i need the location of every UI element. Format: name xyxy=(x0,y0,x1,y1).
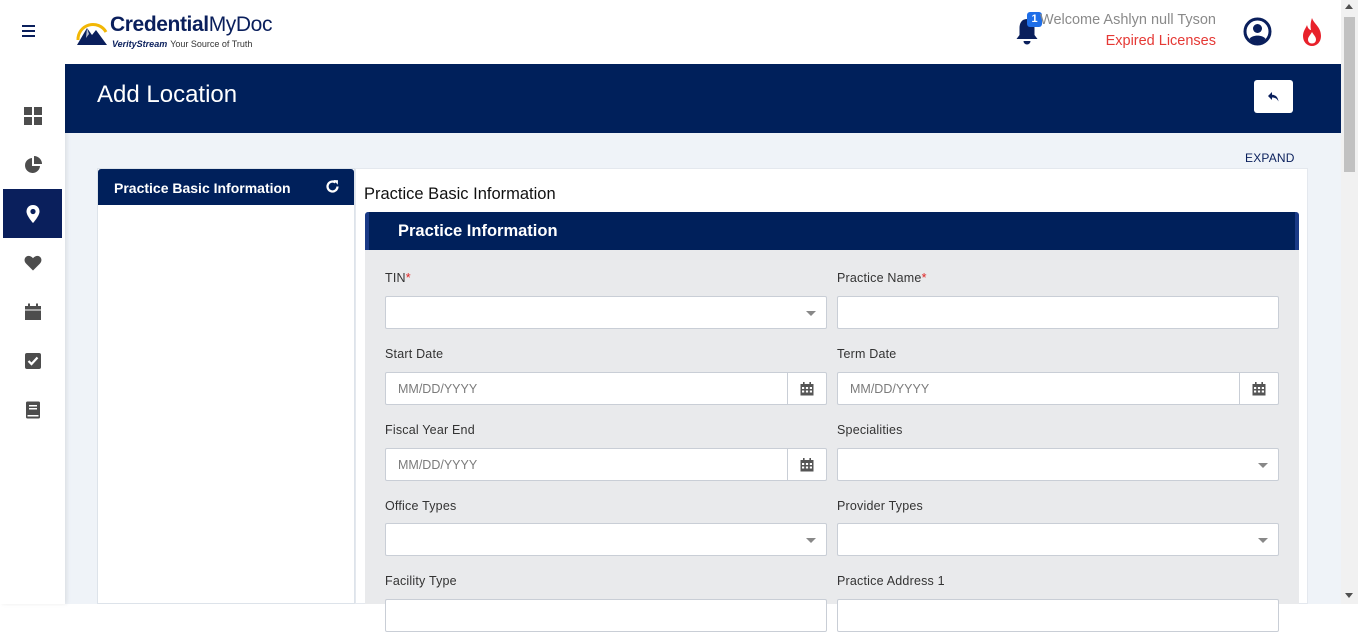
practice-name-input[interactable] xyxy=(837,296,1279,329)
fiscal-year-end-label: Fiscal Year End xyxy=(385,423,475,437)
fiscal-year-end-placeholder: MM/DD/YYYY xyxy=(398,458,478,472)
top-bar: CredentialMyDoc VerityStream Your Source … xyxy=(0,0,1341,64)
specialities-select[interactable] xyxy=(837,448,1279,481)
app-logo[interactable]: CredentialMyDoc VerityStream Your Source … xyxy=(74,12,274,52)
office-types-label: Office Types xyxy=(385,499,457,513)
section-nav-item-label: Practice Basic Information xyxy=(114,180,291,196)
term-date-field[interactable]: MM/DD/YYYY xyxy=(837,372,1279,405)
back-button[interactable] xyxy=(1254,80,1293,113)
start-date-label: Start Date xyxy=(385,347,444,361)
term-date-placeholder: MM/DD/YYYY xyxy=(850,382,930,396)
refresh-icon[interactable] xyxy=(325,179,340,194)
calendar-icon[interactable] xyxy=(1239,373,1278,404)
specialities-label: Specialities xyxy=(837,423,903,437)
sidebar-item-documents[interactable] xyxy=(3,385,62,434)
dashboard-icon xyxy=(23,106,42,125)
scroll-down-arrow-icon[interactable] xyxy=(1345,593,1353,598)
chevron-down-icon xyxy=(806,538,816,543)
facility-type-label: Facility Type xyxy=(385,574,457,588)
expand-button[interactable]: EXPAND xyxy=(1245,151,1295,165)
page-scrollbar[interactable] xyxy=(1341,0,1358,604)
notifications-bell-icon[interactable]: 1 xyxy=(1014,12,1042,46)
section-title: Practice Basic Information xyxy=(364,185,556,203)
expired-licenses-link[interactable]: Expired Licenses xyxy=(1106,33,1216,49)
menu-toggle-icon[interactable] xyxy=(22,22,44,42)
practice-address-1-label: Practice Address 1 xyxy=(837,574,945,588)
user-account-icon[interactable] xyxy=(1243,17,1272,46)
scrollbar-thumb[interactable] xyxy=(1344,17,1355,172)
reply-arrow-icon xyxy=(1267,91,1278,101)
heart-icon xyxy=(24,255,41,270)
page-header: Add Location xyxy=(65,64,1341,133)
calendar-icon[interactable] xyxy=(787,373,826,404)
logo-tagline: VerityStream Your Source of Truth xyxy=(112,39,253,49)
section-nav-item-practice-basic-info[interactable]: Practice Basic Information xyxy=(98,169,354,205)
pie-chart-icon xyxy=(24,155,42,173)
fiscal-year-end-field[interactable]: MM/DD/YYYY xyxy=(385,448,827,481)
chevron-down-icon xyxy=(806,311,816,316)
tin-label: TIN* xyxy=(385,271,411,285)
page-title: Add Location xyxy=(97,81,238,108)
card-title: Practice Information xyxy=(398,222,558,240)
welcome-text: Welcome Ashlyn null Tyson xyxy=(1040,12,1216,28)
practice-name-label: Practice Name* xyxy=(837,271,927,285)
logo-mountain-icon xyxy=(76,22,108,45)
card-header: Practice Information xyxy=(365,212,1299,250)
checkbox-icon xyxy=(24,352,41,369)
calendar-icon xyxy=(24,303,41,320)
chevron-down-icon xyxy=(1258,538,1268,543)
sidebar-item-dashboard[interactable] xyxy=(3,91,62,140)
book-icon xyxy=(25,401,40,418)
office-types-select[interactable] xyxy=(385,523,827,556)
sidebar-item-tasks[interactable] xyxy=(3,336,62,385)
sidebar-item-favorites[interactable] xyxy=(3,238,62,287)
fire-icon[interactable] xyxy=(1298,16,1326,48)
calendar-icon[interactable] xyxy=(787,449,826,480)
tin-select[interactable] xyxy=(385,296,827,329)
scroll-up-arrow-icon[interactable] xyxy=(1345,4,1353,9)
provider-types-label: Provider Types xyxy=(837,499,923,513)
sidebar-item-locations[interactable] xyxy=(3,189,62,238)
start-date-placeholder: MM/DD/YYYY xyxy=(398,382,478,396)
chevron-down-icon xyxy=(1258,463,1268,468)
logo-title: CredentialMyDoc xyxy=(110,13,273,36)
sidebar xyxy=(0,64,65,604)
term-date-label: Term Date xyxy=(837,347,897,361)
provider-types-select[interactable] xyxy=(837,523,1279,556)
location-pin-icon xyxy=(26,204,39,223)
start-date-field[interactable]: MM/DD/YYYY xyxy=(385,372,827,405)
sidebar-item-reports[interactable] xyxy=(3,140,62,189)
section-nav-panel xyxy=(97,168,355,604)
sidebar-item-calendar[interactable] xyxy=(3,287,62,336)
